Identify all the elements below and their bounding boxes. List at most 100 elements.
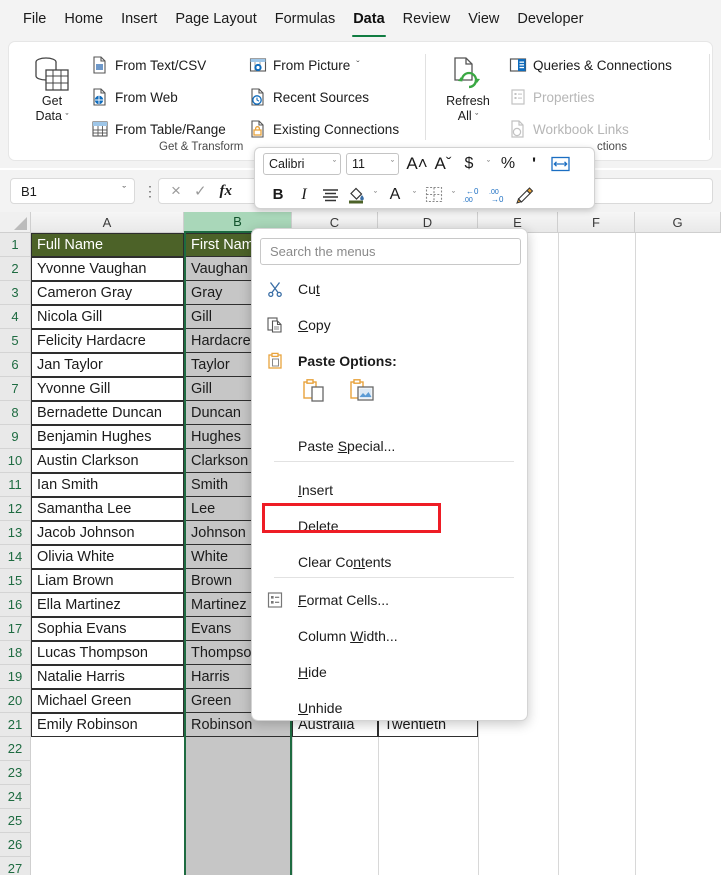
- row-header-7[interactable]: 7: [0, 377, 31, 401]
- fill-color-icon[interactable]: [343, 182, 369, 208]
- align-icon[interactable]: [317, 182, 343, 208]
- cell-a12[interactable]: Samantha Lee: [31, 497, 184, 521]
- queries-connections-button[interactable]: Queries & Connections: [509, 56, 672, 74]
- cell-a21[interactable]: Emily Robinson: [31, 713, 184, 737]
- row-header-19[interactable]: 19: [0, 665, 31, 689]
- font-size-combo[interactable]: 11 ˇ: [346, 153, 399, 175]
- font-color-icon[interactable]: A: [382, 182, 408, 208]
- cell-a9[interactable]: Benjamin Hughes: [31, 425, 184, 449]
- existing-connections-button[interactable]: Existing Connections: [249, 120, 399, 138]
- grow-font-icon[interactable]: A˄: [404, 151, 430, 177]
- row-header-26[interactable]: 26: [0, 833, 31, 857]
- recent-sources-button[interactable]: Recent Sources: [249, 88, 369, 106]
- context-menu-item-copy[interactable]: Copy: [252, 310, 528, 340]
- context-menu-item-paste-special[interactable]: Paste Special...: [252, 431, 528, 461]
- ribbon-tab-insert[interactable]: Insert: [112, 4, 166, 34]
- cell-a13[interactable]: Jacob Johnson: [31, 521, 184, 545]
- cell-a6[interactable]: Jan Taylor: [31, 353, 184, 377]
- cell-a4[interactable]: Nicola Gill: [31, 305, 184, 329]
- row-header-4[interactable]: 4: [0, 305, 31, 329]
- insert-function-icon[interactable]: fx: [220, 183, 233, 200]
- cell-a19[interactable]: Natalie Harris: [31, 665, 184, 689]
- row-header-23[interactable]: 23: [0, 761, 31, 785]
- from-web-button[interactable]: From Web: [91, 88, 178, 106]
- context-menu-item-clear-contents[interactable]: Clear Contents: [252, 547, 528, 577]
- cell-a1[interactable]: Full Name: [31, 233, 184, 257]
- row-header-15[interactable]: 15: [0, 569, 31, 593]
- cell-context-menu[interactable]: Search the menus Cut Copy Paste Options:: [251, 228, 528, 721]
- ribbon-tab-file[interactable]: File: [14, 4, 55, 34]
- row-header-11[interactable]: 11: [0, 473, 31, 497]
- row-header-8[interactable]: 8: [0, 401, 31, 425]
- shrink-font-icon[interactable]: Aˇ: [430, 151, 456, 177]
- search-menus-input[interactable]: Search the menus: [260, 238, 521, 265]
- context-menu-item-cut[interactable]: Cut: [252, 274, 528, 304]
- context-menu-item-column-width[interactable]: Column Width...: [252, 621, 528, 651]
- row-header-24[interactable]: 24: [0, 785, 31, 809]
- decrease-decimal-icon[interactable]: ←0.00: [460, 182, 486, 208]
- cell-a20[interactable]: Michael Green: [31, 689, 184, 713]
- accounting-caret-icon[interactable]: ˇ: [482, 159, 495, 169]
- borders-caret-icon[interactable]: ˇ: [447, 190, 460, 200]
- row-header-3[interactable]: 3: [0, 281, 31, 305]
- row-header-13[interactable]: 13: [0, 521, 31, 545]
- cell-a15[interactable]: Liam Brown: [31, 569, 184, 593]
- formula-bar-options-icon[interactable]: ⋮: [143, 183, 157, 199]
- cell-a7[interactable]: Yvonne Gill: [31, 377, 184, 401]
- borders-icon[interactable]: [421, 182, 447, 208]
- format-painter-icon[interactable]: [512, 182, 538, 208]
- enter-icon[interactable]: ✓: [194, 182, 207, 200]
- cell-a17[interactable]: Sophia Evans: [31, 617, 184, 641]
- row-header-22[interactable]: 22: [0, 737, 31, 761]
- row-header-5[interactable]: 5: [0, 329, 31, 353]
- row-header-21[interactable]: 21: [0, 713, 31, 737]
- cell-a2[interactable]: Yvonne Vaughan: [31, 257, 184, 281]
- cell-a18[interactable]: Lucas Thompson: [31, 641, 184, 665]
- context-menu-item-hide[interactable]: Hide: [252, 657, 528, 687]
- cell-a11[interactable]: Ian Smith: [31, 473, 184, 497]
- increase-decimal-icon[interactable]: .00→0: [486, 182, 512, 208]
- row-header-6[interactable]: 6: [0, 353, 31, 377]
- get-data-button[interactable]: Get Data ˇ: [21, 56, 83, 125]
- accounting-format-icon[interactable]: $: [456, 151, 482, 177]
- ribbon-tab-data[interactable]: Data: [344, 4, 393, 34]
- column-header-g[interactable]: G: [635, 212, 721, 233]
- cell-a3[interactable]: Cameron Gray: [31, 281, 184, 305]
- row-header-1[interactable]: 1: [0, 233, 31, 257]
- ribbon-tab-developer[interactable]: Developer: [508, 4, 592, 34]
- column-header-a[interactable]: A: [31, 212, 184, 233]
- paste-values-icon[interactable]: [346, 376, 378, 406]
- ribbon-tab-formulas[interactable]: Formulas: [266, 4, 344, 34]
- context-menu-item-unhide[interactable]: Unhide: [252, 693, 528, 721]
- cell-a10[interactable]: Austin Clarkson: [31, 449, 184, 473]
- comma-format-icon[interactable]: ': [521, 151, 547, 177]
- ribbon-tab-home[interactable]: Home: [55, 4, 112, 34]
- row-header-16[interactable]: 16: [0, 593, 31, 617]
- row-header-18[interactable]: 18: [0, 641, 31, 665]
- ribbon-tab-page-layout[interactable]: Page Layout: [166, 4, 265, 34]
- row-header-2[interactable]: 2: [0, 257, 31, 281]
- fill-caret-icon[interactable]: ˇ: [369, 190, 382, 200]
- row-header-9[interactable]: 9: [0, 425, 31, 449]
- row-header-25[interactable]: 25: [0, 809, 31, 833]
- row-header-17[interactable]: 17: [0, 617, 31, 641]
- row-header-12[interactable]: 12: [0, 497, 31, 521]
- row-header-27[interactable]: 27: [0, 857, 31, 875]
- bold-icon[interactable]: B: [265, 182, 291, 208]
- row-header-20[interactable]: 20: [0, 689, 31, 713]
- from-picture-button[interactable]: From Picture ˇ: [249, 56, 360, 74]
- from-text-csv-button[interactable]: From Text/CSV: [91, 56, 206, 74]
- row-header-10[interactable]: 10: [0, 449, 31, 473]
- font-name-combo[interactable]: Calibri ˇ: [263, 153, 341, 175]
- italic-icon[interactable]: I: [291, 182, 317, 208]
- mini-format-toolbar[interactable]: Calibri ˇ 11 ˇ A˄ Aˇ $ ˇ % ' B I: [254, 147, 595, 209]
- cell-a8[interactable]: Bernadette Duncan: [31, 401, 184, 425]
- column-header-f[interactable]: F: [558, 212, 635, 233]
- paste-keep-formatting-icon[interactable]: [298, 376, 330, 406]
- ribbon-tab-view[interactable]: View: [459, 4, 508, 34]
- refresh-all-button[interactable]: Refresh All ˇ: [437, 56, 499, 125]
- from-table-range-button[interactable]: From Table/Range: [91, 120, 226, 138]
- context-menu-item-insert[interactable]: Insert: [252, 475, 528, 505]
- ribbon-tab-review[interactable]: Review: [394, 4, 460, 34]
- context-menu-item-format-cells[interactable]: Format Cells...: [252, 585, 528, 615]
